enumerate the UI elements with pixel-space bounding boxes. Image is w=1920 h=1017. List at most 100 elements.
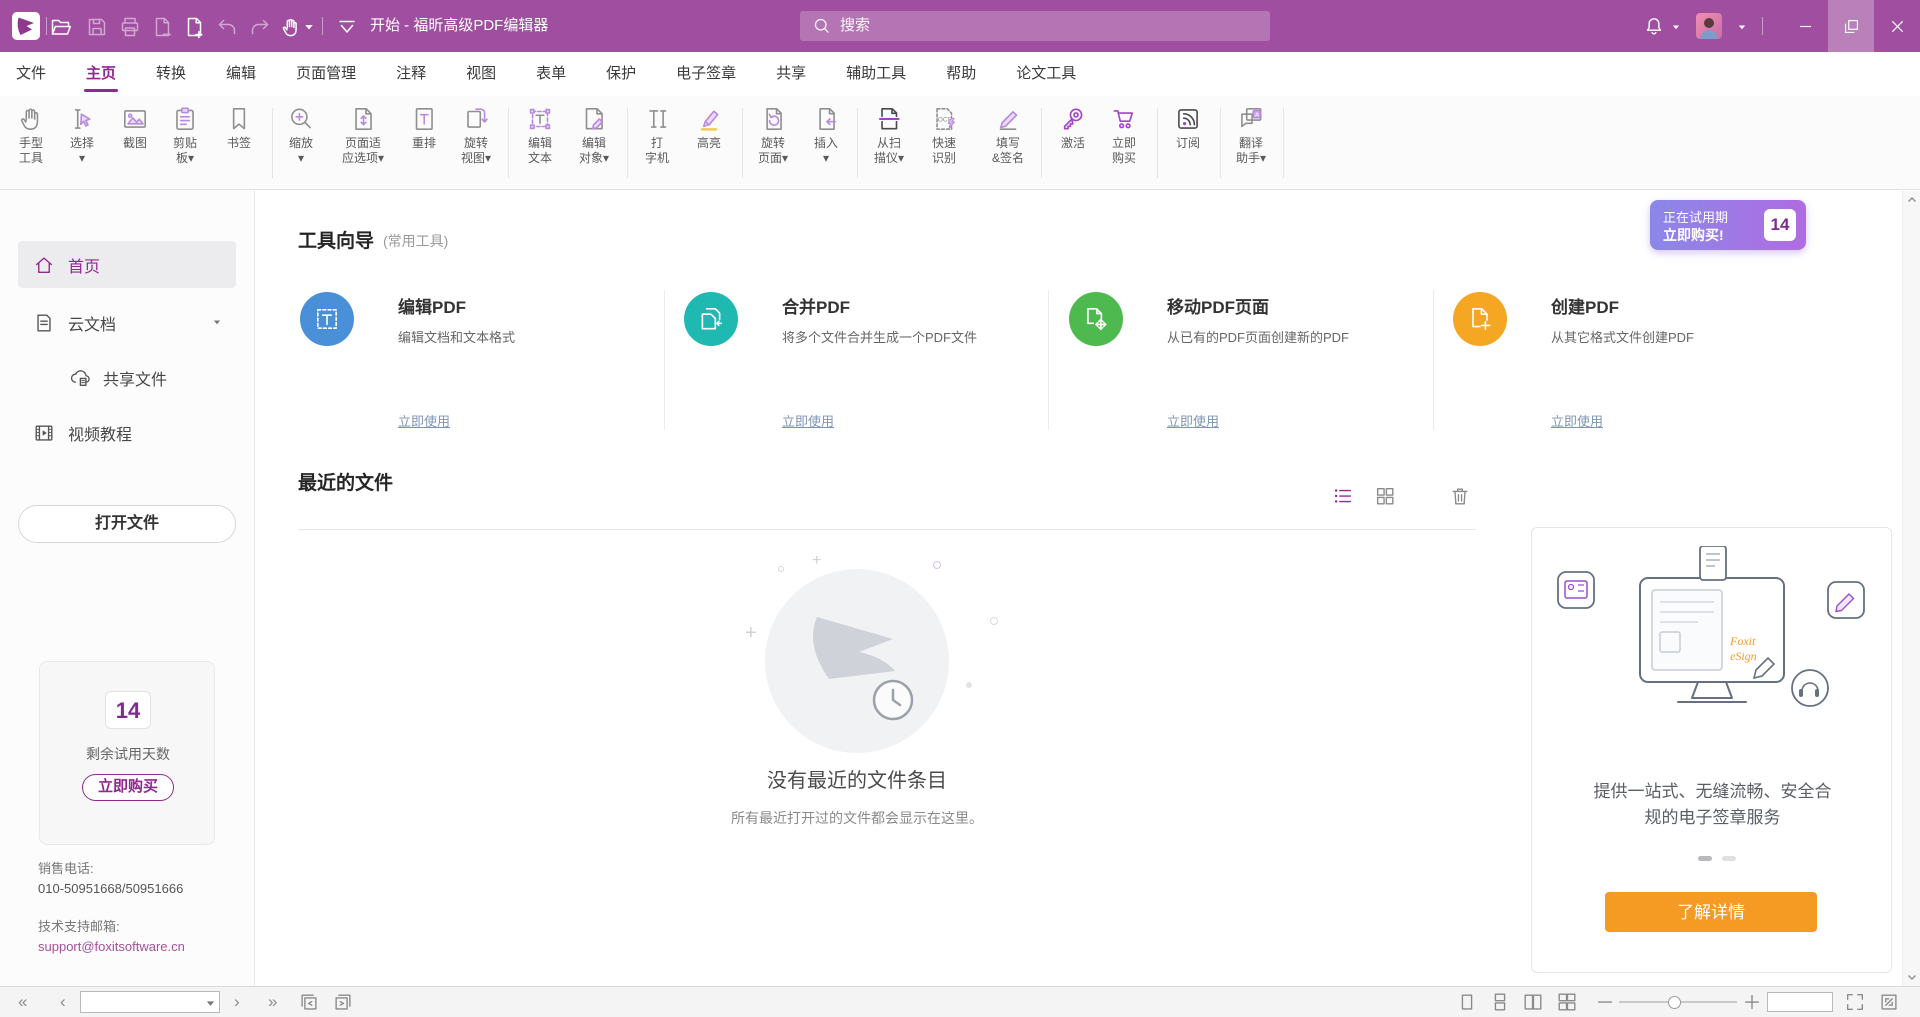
continuous-view-button[interactable] [1489,991,1511,1013]
zoom-in-button[interactable] [1741,991,1763,1013]
menu-item-视图[interactable]: 视图 [466,52,496,96]
reflow-button[interactable]: 重排 [394,99,454,187]
carousel-dot[interactable] [1722,856,1736,861]
content-scrollbar[interactable] [1902,191,1920,986]
use-now-link[interactable]: 立即使用 [782,411,834,430]
use-now-link[interactable]: 立即使用 [1167,411,1219,430]
edit-pdf-icon[interactable] [300,292,354,346]
close-button[interactable] [1874,0,1920,52]
add-pages-button[interactable] [181,14,207,40]
menu-item-转换[interactable]: 转换 [156,52,186,96]
menu-item-电子签章[interactable]: 电子签章 [676,52,736,96]
merge-pdf-icon[interactable] [684,292,738,346]
menu-item-主页[interactable]: 主页 [86,52,116,96]
page-fit-icon [348,104,378,134]
quick-ocr-button[interactable]: OCR快速识别 [914,99,974,187]
notifications-caret-icon[interactable] [1671,23,1681,33]
menu-item-页面管理[interactable]: 页面管理 [296,52,356,96]
hand-dropdown-caret-icon[interactable] [303,22,315,34]
save-button[interactable] [84,14,110,40]
use-now-link[interactable]: 立即使用 [398,411,450,430]
support-email-link[interactable]: support@foxitsoftware.cn [38,938,185,956]
next-view-button[interactable] [332,991,354,1013]
collapse-toolbar-button[interactable] [334,14,360,40]
grid-view-button[interactable] [1374,485,1398,509]
menu-item-注释[interactable]: 注释 [396,52,426,96]
subscribe-button[interactable]: 订阅 [1158,99,1218,187]
learn-more-button[interactable]: 了解详情 [1605,892,1817,932]
last-page-button[interactable]: » [268,987,277,1017]
expand-caret-icon[interactable] [212,318,222,328]
bookmark-button[interactable]: 书签 [209,99,269,187]
menu-item-保护[interactable]: 保护 [606,52,636,96]
facing-continuous-view-button[interactable] [1556,991,1578,1013]
rotate-pages-button[interactable]: 旋转页面▾ [743,99,803,187]
from-scanner-button[interactable]: 从扫描仪▾ [859,99,919,187]
fullscreen-button[interactable] [1878,991,1900,1013]
trial-caption: 剩余试用天数 [40,744,216,764]
menu-item-帮助[interactable]: 帮助 [946,52,976,96]
account-caret-icon[interactable] [1737,23,1747,33]
trial-badge[interactable]: 正在试用期 立即购买! 14 [1650,200,1806,250]
previous-view-button[interactable] [298,991,320,1013]
use-now-link[interactable]: 立即使用 [1551,411,1603,430]
open-file-button[interactable]: 打开文件 [18,505,236,543]
highlight-button[interactable]: 高亮 [679,99,739,187]
menu-item-辅助工具[interactable]: 辅助工具 [846,52,906,96]
page-fit-button[interactable]: 页面适应选项▾ [333,99,393,187]
undo-button[interactable] [214,14,240,40]
zoom-slider-handle[interactable] [1668,996,1681,1009]
zoom-tool-button[interactable]: 缩放▾ [271,99,331,187]
menu-item-文件[interactable]: 文件 [16,52,46,96]
menu-item-共享[interactable]: 共享 [776,52,806,96]
carousel-dot-active[interactable] [1698,856,1712,861]
delete-pages-button[interactable] [149,14,175,40]
hand-quick-button[interactable] [278,14,304,40]
scrollbar-down-icon[interactable] [1907,972,1917,982]
edit-text-button[interactable]: 编辑文本 [510,99,570,187]
single-page-view-button[interactable] [1456,991,1478,1013]
buy-now-button[interactable]: 立即购买 [1094,99,1154,187]
search-box[interactable]: 搜索 [800,11,1270,41]
ribbon-button-label: 插入▾ [796,136,856,166]
scrollbar-up-icon[interactable] [1907,195,1917,205]
edit-object-button[interactable]: 编辑对象▾ [564,99,624,187]
translate-button[interactable]: A翻译助手▾ [1221,99,1281,187]
create-pdf-icon[interactable] [1453,292,1507,346]
menu-item-论文工具[interactable]: 论文工具 [1016,52,1076,96]
first-page-button[interactable]: « [18,987,27,1017]
sidebar-item-视频教程[interactable]: 视频教程 [18,410,236,455]
user-avatar[interactable] [1696,13,1722,39]
ribbon-button-label: 旋转页面▾ [743,136,803,166]
zoom-percentage-input[interactable] [1769,994,1829,1010]
notifications-bell-icon[interactable] [1643,15,1665,37]
move-pdf-pages-icon[interactable] [1069,292,1123,346]
foxit-logo-icon[interactable] [12,12,40,40]
zoom-out-button[interactable] [1594,991,1616,1013]
insert-pages-button[interactable]: 插入▾ [796,99,856,187]
sidebar-item-云文档[interactable]: 云文档 [18,300,236,345]
clipboard-button[interactable]: 剪贴板▾ [155,99,215,187]
typewriter-button[interactable]: 打字机 [627,99,687,187]
buy-now-pill-button[interactable]: 立即购买 [82,774,174,801]
fit-page-button[interactable] [1844,991,1866,1013]
select-tool-button[interactable]: 选择▾ [52,99,112,187]
rotate-view-button[interactable]: 旋转视图▾ [446,99,506,187]
sidebar-item-共享文件[interactable]: 共享文件 [18,355,236,400]
restore-button[interactable] [1828,0,1874,52]
menu-item-编辑[interactable]: 编辑 [226,52,256,96]
redo-button[interactable] [247,14,273,40]
menu-item-表单[interactable]: 表单 [536,52,566,96]
fill-sign-button[interactable]: 填写&签名 [978,99,1038,187]
next-page-button[interactable]: › [234,987,240,1017]
minimize-button[interactable] [1782,0,1828,52]
facing-view-button[interactable] [1522,991,1544,1013]
list-view-button[interactable] [1332,485,1356,509]
page-number-input[interactable] [83,993,201,1011]
open-file-quick-button[interactable] [48,14,74,40]
page-number-caret-icon[interactable] [206,1000,215,1007]
previous-page-button[interactable]: ‹ [60,987,66,1017]
clear-recent-button[interactable] [1449,485,1473,509]
print-button[interactable] [117,14,143,40]
sidebar-item-首页[interactable]: 首页 [18,241,236,288]
